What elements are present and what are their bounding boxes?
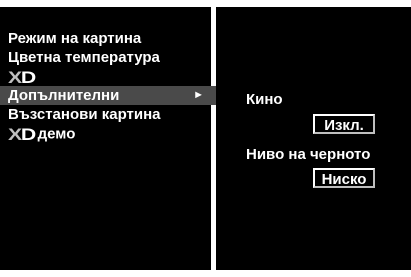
menu-item-xd[interactable]: XD — [8, 67, 208, 87]
arrow-right-icon: ► — [193, 89, 204, 101]
cinema-value-button[interactable]: Изкл. — [313, 114, 375, 134]
xd-logo-icon: XD — [8, 67, 36, 87]
menu-item-reset-picture[interactable]: Възстанови картина — [8, 105, 208, 124]
menu-item-advanced[interactable]: Допълнителни ► — [0, 86, 216, 105]
black-level-label: Ниво на черното — [246, 146, 371, 163]
submenu-panel: Кино Изкл. Ниво на черното Ниско — [216, 7, 411, 270]
cinema-label: Кино — [246, 91, 283, 108]
menu-item-label: Цветна температура — [8, 49, 160, 66]
xd-logo-icon: XD — [8, 124, 36, 144]
menu-item-xd-demo[interactable]: XD демо — [8, 124, 208, 144]
menu-item-label: Възстанови картина — [8, 106, 161, 123]
menu-item-label: Допълнителни — [8, 87, 120, 104]
black-level-value-button[interactable]: Ниско — [313, 168, 375, 188]
menu-item-color-temperature[interactable]: Цветна температура — [8, 48, 208, 67]
osd-screen: Режим на картина Цветна температура XD Д… — [0, 0, 411, 277]
menu-item-picture-mode[interactable]: Режим на картина — [8, 29, 208, 48]
main-menu-panel: Режим на картина Цветна температура XD Д… — [0, 7, 216, 270]
menu-item-label: Режим на картина — [8, 30, 142, 47]
menu-item-label: демо — [37, 125, 76, 143]
picture-menu: Режим на картина Цветна температура XD Д… — [0, 29, 216, 144]
